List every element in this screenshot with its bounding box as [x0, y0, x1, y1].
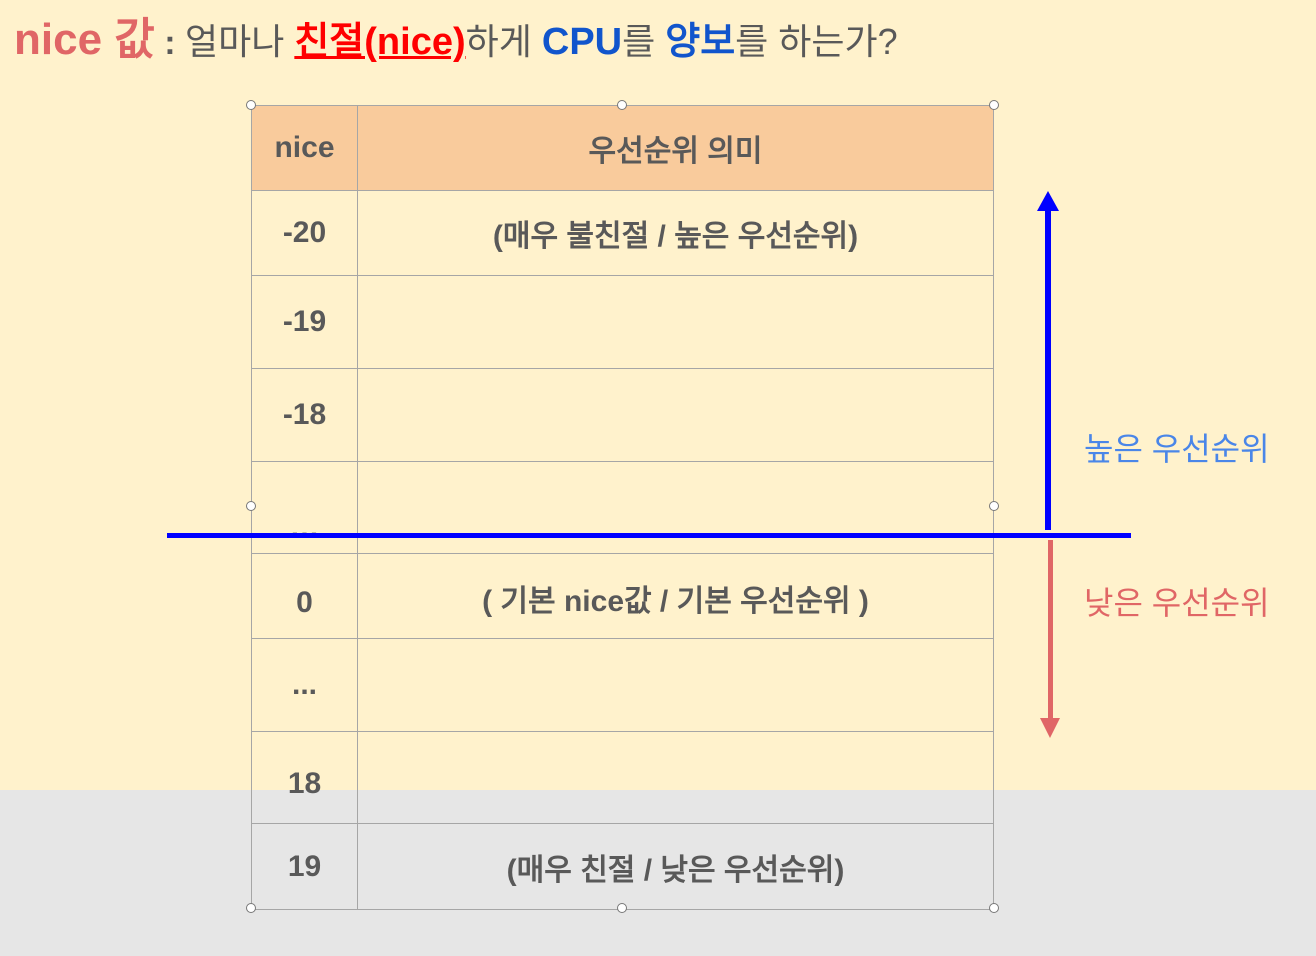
meaning-cell: [357, 461, 994, 554]
header-nice: nice: [251, 105, 358, 191]
high-priority-label: 높은 우선순위: [1084, 431, 1270, 467]
resize-handle[interactable]: [246, 501, 256, 511]
nice-cell: -19: [251, 275, 358, 369]
nice-cell: 0: [251, 553, 358, 639]
table-header-row: nice 우선순위 의미: [251, 105, 994, 191]
table-row: -20 (매우 불친절 / 높은 우선순위): [251, 190, 994, 276]
resize-handle[interactable]: [617, 100, 627, 110]
arrow-down-shaft: [1048, 540, 1053, 722]
table-row: -18: [251, 368, 994, 462]
resize-handle[interactable]: [989, 501, 999, 511]
title-cpu: CPU: [541, 21, 623, 63]
page-title: nice 값 : 얼마나 친절(nice)하게 CPU를 양보를 하는가?: [14, 12, 898, 68]
title-yield: 양보: [665, 21, 736, 63]
title-nice-value: nice 값: [14, 15, 155, 64]
arrow-up-shaft: [1045, 208, 1051, 530]
resize-handle[interactable]: [989, 100, 999, 110]
nice-cell: …: [251, 461, 358, 554]
title-text-4: 를 하는가?: [735, 21, 898, 62]
meaning-cell: [357, 638, 994, 732]
table-row: -19: [251, 275, 994, 369]
low-priority-label: 낮은 우선순위: [1084, 585, 1270, 621]
nice-cell: 18: [251, 731, 358, 824]
title-text-2: 하게: [465, 21, 542, 62]
nice-cell: -20: [251, 190, 358, 276]
table-row: ...: [251, 638, 994, 732]
resize-handle[interactable]: [246, 903, 256, 913]
meaning-cell: (매우 불친절 / 높은 우선순위): [357, 190, 994, 276]
arrow-down-icon: [1040, 718, 1060, 738]
nice-priority-table[interactable]: nice 우선순위 의미 -20 (매우 불친절 / 높은 우선순위) -19 …: [251, 105, 994, 910]
meaning-cell: (매우 친절 / 낮은 우선순위): [357, 823, 994, 910]
nice-cell: ...: [251, 638, 358, 732]
nice-cell: -18: [251, 368, 358, 462]
meaning-cell: [357, 275, 994, 369]
title-kindness: 친절(nice): [294, 21, 466, 63]
title-separator: :: [154, 24, 185, 62]
table-row: 0 ( 기본 nice값 / 기본 우선순위 ): [251, 553, 994, 639]
resize-handle[interactable]: [617, 903, 627, 913]
meaning-cell: [357, 731, 994, 824]
resize-handle[interactable]: [246, 100, 256, 110]
title-text-3: 를: [622, 21, 666, 62]
default-priority-divider: [167, 533, 1131, 538]
meaning-cell: [357, 368, 994, 462]
header-meaning: 우선순위 의미: [357, 105, 994, 191]
resize-handle[interactable]: [989, 903, 999, 913]
title-text-1: 얼마나: [184, 21, 295, 62]
table-row: 18: [251, 731, 994, 824]
nice-cell: 19: [251, 823, 358, 910]
meaning-cell: ( 기본 nice값 / 기본 우선순위 ): [357, 553, 994, 639]
table-row: 19 (매우 친절 / 낮은 우선순위): [251, 823, 994, 910]
table-row: …: [251, 461, 994, 554]
